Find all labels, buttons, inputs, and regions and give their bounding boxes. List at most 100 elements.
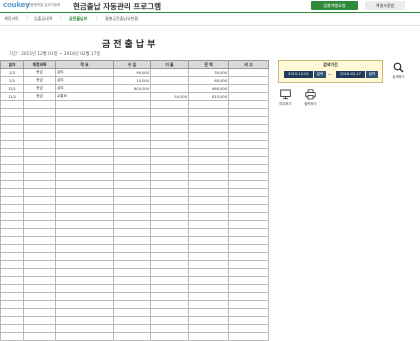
table-cell[interactable] (23, 164, 56, 173)
table-cell[interactable] (113, 108, 151, 117)
table-cell[interactable] (188, 180, 229, 189)
table-cell[interactable] (188, 332, 229, 341)
table-cell[interactable] (23, 140, 56, 149)
table-cell[interactable] (188, 204, 229, 213)
preview-button[interactable]: 미리보기 (276, 87, 295, 106)
table-cell[interactable] (150, 268, 189, 277)
table-cell[interactable] (0, 300, 24, 309)
table-cell[interactable] (113, 300, 151, 309)
tab-account-titles[interactable]: 계정과목 (4, 16, 19, 22)
table-cell[interactable] (113, 148, 151, 157)
table-cell[interactable] (23, 220, 56, 229)
table-cell[interactable] (113, 244, 151, 253)
table-cell[interactable] (23, 332, 56, 341)
table-cell[interactable] (188, 284, 229, 293)
table-cell[interactable] (150, 220, 189, 229)
table-cell[interactable] (150, 164, 189, 173)
table-cell[interactable] (228, 156, 269, 165)
table-cell[interactable] (113, 180, 151, 189)
table-cell[interactable] (228, 76, 269, 85)
table-cell[interactable] (23, 108, 56, 117)
table-cell[interactable] (55, 308, 114, 317)
table-cell[interactable] (228, 308, 269, 317)
table-cell[interactable] (113, 212, 151, 221)
table-cell[interactable] (150, 332, 189, 341)
table-cell[interactable] (113, 292, 151, 301)
table-cell[interactable] (23, 124, 56, 133)
table-cell[interactable] (23, 316, 56, 325)
table-cell[interactable]: 2/3 (0, 68, 24, 77)
table-cell[interactable] (188, 276, 229, 285)
table-cell[interactable] (150, 308, 189, 317)
table-cell[interactable] (0, 148, 24, 157)
table-cell[interactable] (188, 164, 229, 173)
table-cell[interactable] (113, 220, 151, 229)
table-cell[interactable] (0, 132, 24, 141)
table-cell[interactable] (55, 156, 114, 165)
table-cell[interactable] (0, 308, 24, 317)
table-cell[interactable] (113, 116, 151, 125)
table-cell[interactable] (55, 228, 114, 237)
table-cell[interactable] (55, 268, 114, 277)
table-cell[interactable] (55, 276, 114, 285)
table-cell[interactable] (150, 236, 189, 245)
table-cell[interactable] (0, 228, 24, 237)
table-cell[interactable] (188, 228, 229, 237)
print-button[interactable]: 출력하기 (301, 87, 320, 106)
table-cell[interactable] (55, 236, 114, 245)
table-cell[interactable] (150, 76, 189, 85)
table-cell[interactable] (150, 300, 189, 309)
table-cell[interactable] (228, 148, 269, 157)
table-cell[interactable] (55, 116, 114, 125)
table-cell[interactable] (228, 292, 269, 301)
table-cell[interactable] (0, 268, 24, 277)
table-cell[interactable] (228, 108, 269, 117)
table-cell[interactable] (150, 260, 189, 269)
table-cell[interactable] (228, 236, 269, 245)
table-cell[interactable] (0, 236, 24, 245)
excel-manual-button[interactable]: 엑셀사용법 (365, 1, 405, 10)
table-cell[interactable] (23, 132, 56, 141)
table-cell[interactable] (0, 276, 24, 285)
table-cell[interactable] (150, 276, 189, 285)
table-cell[interactable] (113, 228, 151, 237)
table-cell[interactable] (0, 252, 24, 261)
table-cell[interactable] (55, 100, 114, 109)
table-cell[interactable] (113, 252, 151, 261)
table-cell[interactable] (188, 172, 229, 181)
table-cell[interactable] (150, 108, 189, 117)
table-cell[interactable] (150, 252, 189, 261)
table-cell[interactable] (150, 196, 189, 205)
table-cell[interactable] (150, 100, 189, 109)
table-cell[interactable] (55, 220, 114, 229)
table-cell[interactable] (23, 244, 56, 253)
table-cell[interactable] (23, 252, 56, 261)
table-cell[interactable]: 2/5 (0, 76, 24, 85)
table-cell[interactable] (0, 124, 24, 133)
table-cell[interactable]: 60,000 (188, 76, 229, 85)
table-cell[interactable] (228, 68, 269, 77)
table-cell[interactable] (23, 196, 56, 205)
table-cell[interactable] (55, 132, 114, 141)
table-cell[interactable] (228, 180, 269, 189)
table-cell[interactable] (188, 188, 229, 197)
table-cell[interactable] (150, 292, 189, 301)
table-cell[interactable] (188, 300, 229, 309)
table-cell[interactable] (150, 284, 189, 293)
table-cell[interactable] (228, 132, 269, 141)
tab-cash-book[interactable]: 금전출납부 (69, 16, 87, 22)
table-cell[interactable] (0, 156, 24, 165)
table-cell[interactable] (113, 196, 151, 205)
table-cell[interactable] (228, 300, 269, 309)
table-cell[interactable] (0, 172, 24, 181)
table-cell[interactable] (23, 260, 56, 269)
table-cell[interactable] (113, 332, 151, 341)
table-cell[interactable] (188, 124, 229, 133)
table-cell[interactable] (0, 164, 24, 173)
table-cell[interactable] (23, 300, 56, 309)
table-cell[interactable]: 급여 (55, 68, 114, 77)
table-cell[interactable] (188, 236, 229, 245)
table-cell[interactable] (150, 172, 189, 181)
table-cell[interactable] (228, 268, 269, 277)
table-cell[interactable] (113, 268, 151, 277)
